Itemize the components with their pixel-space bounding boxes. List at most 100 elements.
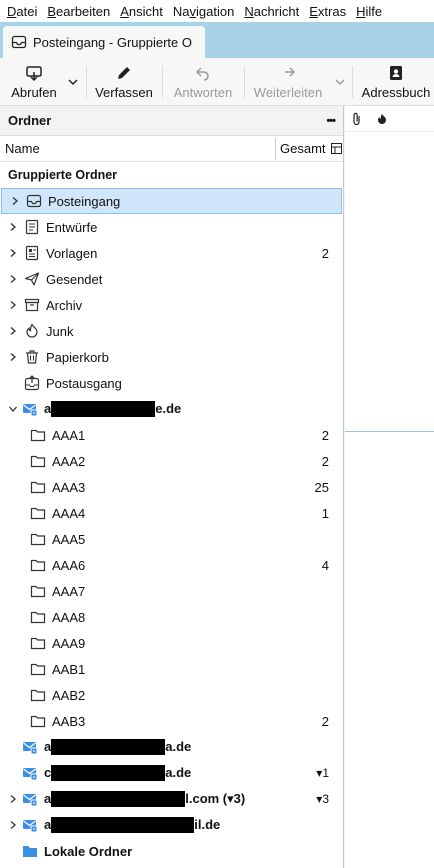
address-book-label: Adressbuch [361,85,431,100]
subfolder-row[interactable]: AAA3 25 [0,474,343,500]
menu-bar: Datei Bearbeiten Ansicht Navigation Nach… [0,0,434,22]
account-name-suffix: e.de [155,400,182,416]
attachment-icon[interactable] [351,112,363,126]
compose-button[interactable]: Verfassen [92,60,156,104]
account-row[interactable]: a l.com (▾3) ▾3 [0,786,343,812]
column-picker-icon[interactable] [329,143,343,154]
folder-row-sent[interactable]: Gesendet [0,266,343,292]
reply-button[interactable]: Antworten [166,60,240,104]
folder-name: Archiv [46,297,83,313]
subfolder-row[interactable]: AAA1 2 [0,422,343,448]
account-name: a l.com (▾3) [44,791,283,808]
forward-button[interactable]: Weiterleiten [248,60,328,104]
compose-label: Verfassen [95,85,153,100]
inbox-icon [11,35,27,49]
folder-icon [30,429,46,442]
subfolder-row[interactable]: AAB1 [0,656,343,682]
menu-ansicht[interactable]: Ansicht [117,4,166,19]
chevron-right-icon[interactable] [6,246,20,260]
menu-hilfe[interactable]: Hilfe [353,4,385,19]
unified-folder-list: Posteingang Entwürfe Vorlagen 2 Gesendet Arch… [0,188,343,396]
subfolder-row[interactable]: AAA8 [0,604,343,630]
folder-name: Vorlagen [46,245,98,261]
chevron-right-icon[interactable] [6,792,20,806]
subfolder-row[interactable]: AAA6 4 [0,552,343,578]
toolbar-separator [86,66,87,98]
local-folder-icon [23,846,37,857]
local-folders-label: Lokale Ordner [44,843,133,859]
redaction-bar [51,401,156,418]
folder-row-outbox[interactable]: Postausgang [0,370,343,396]
account-count: ▾3 [316,792,329,806]
account-name-prefix: a [44,400,52,416]
menu-datei[interactable]: Datei [4,4,40,19]
drafts-icon [25,219,39,235]
redaction-bar [51,791,186,808]
folder-name: AAA2 [52,453,86,469]
subfolder-row[interactable]: AAA7 [0,578,343,604]
folder-row-junk[interactable]: Junk [0,318,343,344]
column-name[interactable]: Name [0,141,275,156]
tab-title: Posteingang - Gruppierte O [33,34,192,50]
menu-bearbeiten[interactable]: Bearbeiten [44,4,113,19]
forward-dropdown[interactable] [330,68,350,96]
account-tree: a e.de [0,396,343,422]
account-icon [23,742,38,755]
account-name-prefix: a [44,738,52,754]
folder-pane-header: Ordner ••• [0,106,343,136]
subfolder-row[interactable]: AAB3 2 [0,708,343,734]
account-name-suffix: a.de [165,738,192,754]
account-icon [23,794,38,807]
more-options-button[interactable]: ••• [326,115,336,127]
subfolder-row[interactable]: AAB2 [0,682,343,708]
subfolder-row[interactable]: AAA5 [0,526,343,552]
account-row[interactable]: a e.de [0,396,343,422]
account-row[interactable]: a a.de [0,734,343,760]
folder-row-drafts[interactable]: Entwürfe [0,214,343,240]
folder-name: AAA4 [52,505,86,521]
folder-count: 2 [321,245,329,261]
group-label: Gruppierte Ordner [8,168,118,182]
chevron-right-icon[interactable] [6,324,20,338]
folder-name: AAB2 [52,687,86,703]
chevron-right-icon[interactable] [6,220,20,234]
subfolder-row[interactable]: AAA9 [0,630,343,656]
menu-nachricht[interactable]: Nachricht [241,4,302,19]
get-messages-button[interactable]: Abrufen [6,60,62,104]
subfolder-row[interactable]: AAA4 1 [0,500,343,526]
folder-row-archive[interactable]: Archiv [0,292,343,318]
toolbar-separator [352,66,353,98]
folder-name: AAA3 [52,479,86,495]
folder-row-trash[interactable]: Papierkorb [0,344,343,370]
folder-name: Papierkorb [46,349,109,365]
chevron-down-icon[interactable] [6,402,20,416]
message-list-header [345,106,434,132]
chevron-right-icon[interactable] [6,272,20,286]
local-folders-row[interactable]: Lokale Ordner [0,838,343,864]
reply-label: Antworten [173,85,233,100]
address-book-button[interactable]: Adressbuch [358,60,434,104]
account-row[interactable]: a il.de [0,812,343,838]
get-messages-dropdown[interactable] [63,68,83,96]
chevron-right-icon[interactable] [6,818,20,832]
pencil-icon [118,67,130,79]
folder-icon [30,481,46,494]
folder-row-inbox[interactable]: Posteingang [1,188,342,214]
menu-extras[interactable]: Extras [306,4,349,19]
chevron-right-icon[interactable] [6,298,20,312]
menu-navigation[interactable]: Navigation [170,4,237,19]
junk-status-icon[interactable] [377,113,387,125]
chevron-right-icon[interactable] [6,350,20,364]
column-total[interactable]: Gesamt [275,137,329,160]
folder-name: AAA9 [52,635,86,651]
folder-row-templates[interactable]: Vorlagen 2 [0,240,343,266]
subfolder-row[interactable]: AAA2 2 [0,448,343,474]
tab-inbox[interactable]: Posteingang - Gruppierte O [3,26,205,58]
folder-name: AAA6 [52,557,86,573]
account-name: a e.de [44,401,283,418]
chevron-right-icon[interactable] [8,194,22,208]
redaction-bar [51,739,166,756]
folder-name: AAA7 [52,583,86,599]
account-row[interactable]: c a.de ▾1 [0,760,343,786]
